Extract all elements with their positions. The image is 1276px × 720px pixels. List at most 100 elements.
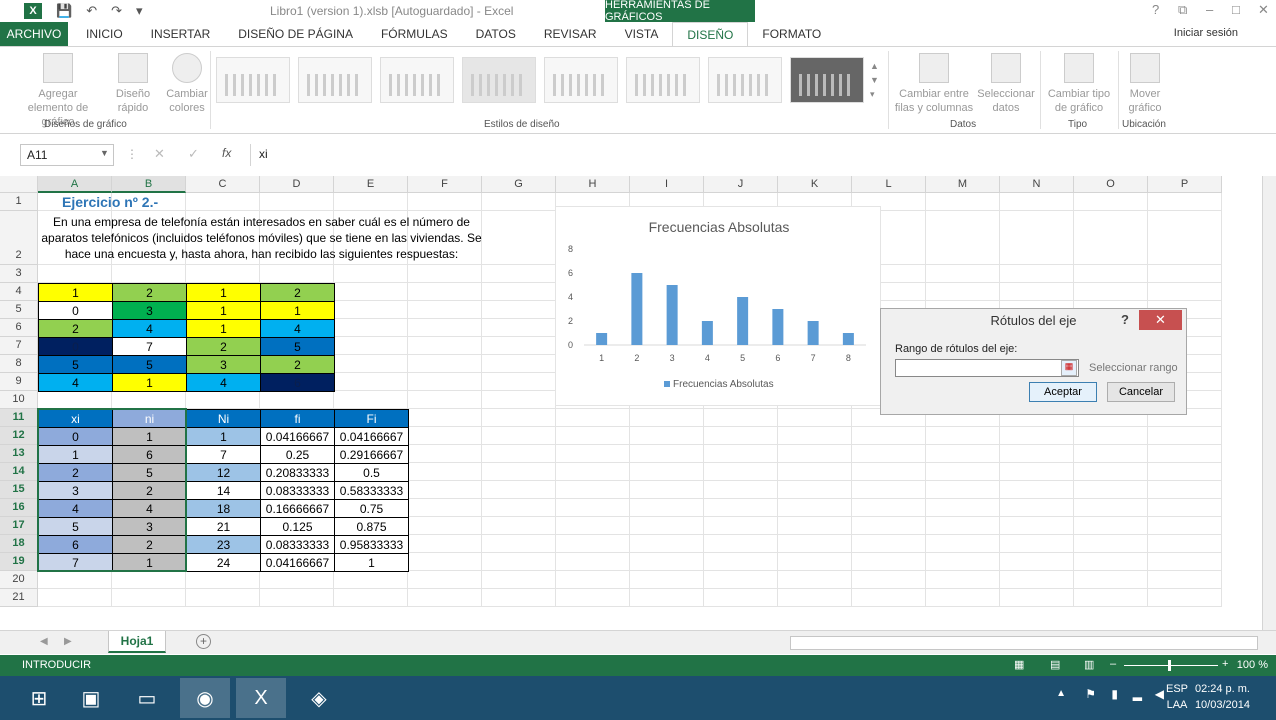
column-header-k[interactable]: K <box>778 176 852 193</box>
freq-header-cell[interactable]: fi <box>260 409 335 428</box>
row-header-15[interactable]: 15 <box>0 481 38 499</box>
freq-cell[interactable]: 6 <box>38 535 113 554</box>
freq-header-cell[interactable]: ni <box>112 409 187 428</box>
freq-header-cell[interactable]: xi <box>38 409 113 428</box>
select-data-button[interactable]: Seleccionar datos <box>976 53 1036 115</box>
row-header-7[interactable]: 7 <box>0 337 38 355</box>
response-cell[interactable]: 1 <box>112 373 187 392</box>
freq-cell[interactable]: 2 <box>112 481 187 500</box>
column-header-j[interactable]: J <box>704 176 778 193</box>
freq-cell[interactable]: 1 <box>334 553 409 572</box>
chart-bar[interactable] <box>596 333 608 345</box>
freq-cell[interactable]: 24 <box>186 553 261 572</box>
sign-in-link[interactable]: Iniciar sesión <box>1174 27 1238 39</box>
column-header-o[interactable]: O <box>1074 176 1148 193</box>
row-header-8[interactable]: 8 <box>0 355 38 373</box>
column-header-g[interactable]: G <box>482 176 556 193</box>
freq-cell[interactable]: 0.75 <box>334 499 409 518</box>
dialog-help-button[interactable]: ? <box>1121 312 1129 327</box>
tab-formulas[interactable]: FÓRMULAS <box>367 22 462 46</box>
formula-input[interactable]: xi <box>250 144 1270 166</box>
freq-cell[interactable]: 23 <box>186 535 261 554</box>
freq-cell[interactable]: 3 <box>112 517 187 536</box>
add-chart-element-button[interactable]: Agregar elemento de gráfico <box>18 53 98 129</box>
response-cell[interactable]: 4 <box>112 319 187 338</box>
app-icon[interactable]: ▣ <box>66 678 116 718</box>
freq-cell[interactable]: 0.08333333 <box>260 481 335 500</box>
insert-function-icon[interactable]: fx <box>222 146 231 160</box>
column-header-m[interactable]: M <box>926 176 1000 193</box>
freq-cell[interactable]: 4 <box>112 499 187 518</box>
response-cell[interactable]: 4 <box>38 373 113 392</box>
select-all-corner[interactable] <box>0 176 38 193</box>
freq-cell[interactable]: 3 <box>38 481 113 500</box>
zoom-slider-thumb[interactable] <box>1168 660 1171 671</box>
chart-bar[interactable] <box>666 285 678 345</box>
chart-bar[interactable] <box>807 321 819 345</box>
freq-cell[interactable]: 0.25 <box>260 445 335 464</box>
row-header-3[interactable]: 3 <box>0 265 38 283</box>
chart-bar[interactable] <box>737 297 749 345</box>
row-header-13[interactable]: 13 <box>0 445 38 463</box>
move-chart-button[interactable]: Mover gráfico <box>1122 53 1168 115</box>
freq-cell[interactable]: 7 <box>186 445 261 464</box>
chart-style-5[interactable] <box>544 57 618 103</box>
ok-button[interactable]: Aceptar <box>1029 382 1097 402</box>
signal-icon[interactable]: ▂ <box>1133 687 1142 701</box>
help-button[interactable]: ? <box>1152 2 1159 17</box>
freq-cell[interactable]: 0.04166667 <box>260 553 335 572</box>
problem-statement[interactable]: En una empresa de telefonía están intere… <box>39 214 484 262</box>
response-cell[interactable]: 5 <box>112 355 187 374</box>
close-button[interactable]: ✕ <box>1258 2 1269 18</box>
chart-bar[interactable] <box>701 321 713 345</box>
freq-cell[interactable]: 0.08333333 <box>260 535 335 554</box>
add-sheet-button[interactable]: + <box>196 634 211 649</box>
tab-diseno[interactable]: DISEÑO <box>672 22 749 46</box>
column-header-l[interactable]: L <box>852 176 926 193</box>
column-header-f[interactable]: F <box>408 176 482 193</box>
tray-arrow-icon[interactable]: ▲ <box>1056 688 1066 699</box>
maximize-button[interactable]: □ <box>1232 2 1240 17</box>
column-header-e[interactable]: E <box>334 176 408 193</box>
page-layout-icon[interactable]: ▤ <box>1050 658 1060 671</box>
row-header-4[interactable]: 4 <box>0 283 38 301</box>
styles-scroll-icon[interactable]: ▲ ▼ ▾ <box>870 59 879 101</box>
normal-view-icon[interactable]: ▦ <box>1014 658 1024 671</box>
tab-revisar[interactable]: REVISAR <box>530 22 611 46</box>
sheet-tab-hoja1[interactable]: Hoja1 <box>108 631 166 653</box>
column-header-h[interactable]: H <box>556 176 630 193</box>
excel-taskbar-icon[interactable]: X <box>236 678 286 718</box>
name-box-dropdown-icon[interactable]: ▼ <box>100 148 109 158</box>
horizontal-scrollbar[interactable] <box>790 636 1258 650</box>
zoom-in-icon[interactable]: + <box>1222 658 1228 670</box>
freq-cell[interactable]: 0.20833333 <box>260 463 335 482</box>
chart-style-3[interactable] <box>380 57 454 103</box>
response-cell[interactable]: 2 <box>112 283 187 302</box>
page-break-icon[interactable]: ▥ <box>1084 658 1094 671</box>
minimize-button[interactable]: – <box>1206 2 1213 17</box>
collapse-dialog-icon[interactable]: ▦ <box>1061 360 1077 376</box>
cancel-entry-icon[interactable]: ✕ <box>154 146 165 162</box>
freq-cell[interactable]: 1 <box>186 427 261 446</box>
battery-icon[interactable]: ▮ <box>1111 687 1118 701</box>
vertical-scrollbar[interactable] <box>1262 176 1276 630</box>
ribbon-options-button[interactable]: ⧉ <box>1178 2 1187 18</box>
response-cell[interactable]: 2 <box>260 283 335 302</box>
freq-cell[interactable]: 6 <box>112 445 187 464</box>
row-header-5[interactable]: 5 <box>0 301 38 319</box>
undo-icon[interactable]: ↶ <box>86 3 97 19</box>
recorder-icon[interactable]: ◈ <box>294 678 344 718</box>
row-header-17[interactable]: 17 <box>0 517 38 535</box>
axis-range-input[interactable] <box>895 359 1079 377</box>
chrome-icon[interactable]: ◉ <box>180 678 230 718</box>
chart-style-1[interactable] <box>216 57 290 103</box>
freq-cell[interactable]: 0.04166667 <box>334 427 409 446</box>
chart-title[interactable]: Frecuencias Absolutas <box>649 219 790 235</box>
response-cell[interactable]: 4 <box>260 319 335 338</box>
cancel-button[interactable]: Cancelar <box>1107 382 1175 402</box>
chart-bar[interactable] <box>842 333 854 345</box>
freq-cell[interactable]: 12 <box>186 463 261 482</box>
save-icon[interactable]: 💾 <box>56 3 72 19</box>
chart-style-7[interactable] <box>708 57 782 103</box>
column-header-p[interactable]: P <box>1148 176 1222 193</box>
